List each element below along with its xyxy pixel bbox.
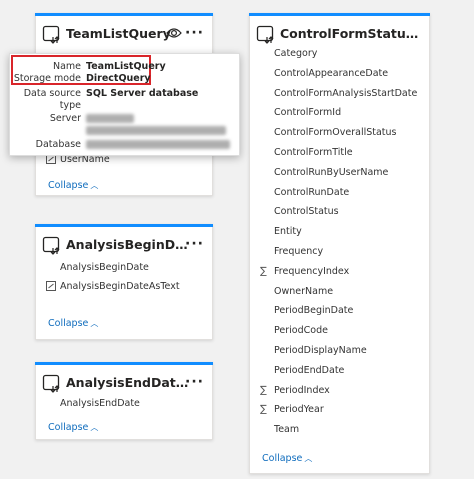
field-item[interactable]: ControlFormId [274, 106, 341, 120]
field-item[interactable]: ∑ PeriodIndex [260, 384, 330, 398]
field-item[interactable]: PeriodBeginDate [274, 304, 353, 318]
field-label: PeriodDisplayName [274, 345, 367, 356]
field-item[interactable]: PeriodDisplayName [274, 344, 367, 358]
field-label: AnalysisBeginDate [60, 262, 149, 273]
control-form-status-card[interactable]: ControlFormStatusQuery Category ControlAp… [249, 13, 430, 474]
field-label: PeriodYear [274, 404, 324, 416]
card-title: TeamListQuery [66, 26, 171, 41]
collapse-button[interactable]: Collapse ︿ [48, 179, 98, 193]
field-label: ControlRunByUserName [274, 166, 389, 178]
tooltip-storage-key: Storage mode [13, 73, 81, 84]
tooltip-source-value: SQL Server database [86, 88, 199, 99]
card-header[interactable]: AnalysisEndDateListQu... ··· [36, 371, 212, 397]
field-label: AnalysisBeginDateAsText [60, 281, 180, 292]
field-label: Entity [274, 226, 302, 238]
field-item[interactable]: ∑ PeriodYear [260, 403, 324, 417]
table-query-icon [42, 25, 60, 44]
collapse-button[interactable]: Collapse ︿ [48, 421, 98, 435]
field-label: PeriodBeginDate [274, 305, 354, 317]
collapse-label: Collapse [262, 453, 303, 464]
table-query-icon [42, 236, 60, 255]
field-item[interactable]: Team [274, 423, 299, 437]
field-item[interactable]: ControlRunDate [274, 186, 349, 200]
field-label: PeriodEndDate [274, 364, 345, 376]
chevron-up-icon: ︿ [90, 319, 99, 328]
field-item[interactable]: ControlStatus [274, 205, 339, 219]
field-label: AnalysisEndDate [60, 398, 140, 409]
field-label: ControlAppearanceDate [274, 67, 389, 79]
collapse-label: Collapse [48, 318, 89, 329]
sigma-icon: ∑ [260, 265, 267, 277]
field-label: ControlFormOverallStatus [274, 127, 397, 139]
more-options-icon[interactable]: ··· [185, 374, 204, 390]
table-tooltip: Name TeamListQuery Storage mode DirectQu… [9, 53, 240, 156]
card-title: AnalysisEndDateListQu... [66, 375, 194, 390]
field-label: ControlStatus [274, 206, 339, 218]
field-item[interactable]: AnalysisEndDate [60, 397, 140, 411]
sigma-icon: ∑ [260, 384, 267, 396]
calculated-column-icon [46, 281, 56, 291]
more-options-icon[interactable]: ··· [185, 25, 204, 41]
field-item[interactable]: ControlRunByUserName [274, 166, 388, 180]
tooltip-database-value-blurred [86, 140, 230, 153]
field-label: FrequencyIndex [274, 265, 350, 277]
field-item[interactable]: AnalysisBeginDate [60, 261, 149, 275]
field-item[interactable]: ∑ FrequencyIndex [260, 265, 350, 279]
field-item[interactable]: ControlAppearanceDate [274, 67, 388, 81]
field-label: Team [274, 424, 300, 436]
field-item[interactable]: Category [274, 47, 317, 61]
card-header[interactable]: TeamListQuery ··· [36, 22, 212, 48]
tooltip-source-key: Data source [23, 88, 81, 99]
field-item[interactable]: Frequency [274, 245, 323, 259]
eye-icon[interactable] [166, 26, 182, 40]
field-label: ControlFormId [274, 107, 342, 119]
field-label: OwnerName [274, 285, 334, 297]
tooltip-storage-value: DirectQuery [86, 73, 151, 84]
table-query-icon [256, 25, 274, 44]
field-item[interactable]: ControlFormOverallStatus [274, 126, 397, 140]
collapse-label: Collapse [48, 422, 89, 433]
field-item[interactable]: PeriodEndDate [274, 364, 344, 378]
tooltip-server-key: Server [49, 113, 81, 124]
chevron-up-icon: ︿ [90, 423, 99, 432]
chevron-up-icon: ︿ [304, 454, 313, 463]
field-label: ControlFormTitle [274, 147, 353, 158]
tooltip-name-key: Name [52, 61, 81, 72]
card-title: ControlFormStatusQuery [280, 26, 425, 41]
field-item[interactable]: AnalysisBeginDateAsText [46, 280, 180, 294]
collapse-label: Collapse [48, 180, 89, 191]
field-item[interactable]: OwnerName [274, 285, 333, 299]
analysis-begin-date-card[interactable]: AnalysisBeginDateListQ... ··· AnalysisBe… [35, 224, 213, 340]
tooltip-server-value-blurred-2 [86, 126, 226, 139]
field-label: ControlFormAnalysisStartDate [274, 87, 418, 99]
chevron-up-icon: ︿ [90, 181, 99, 190]
card-header[interactable]: ControlFormStatusQuery [250, 22, 429, 48]
field-label: PeriodCode [274, 325, 328, 337]
field-label: ControlRunDate [274, 186, 350, 198]
card-header[interactable]: AnalysisBeginDateListQ... ··· [36, 233, 212, 259]
field-item[interactable]: ControlFormAnalysisStartDate [274, 87, 417, 101]
tooltip-database-key: Database [35, 139, 81, 150]
table-query-icon [42, 374, 60, 393]
card-title: AnalysisBeginDateListQ... [66, 237, 194, 252]
more-options-icon[interactable]: ··· [185, 236, 204, 252]
field-label: Frequency [274, 246, 324, 257]
field-label: Category [274, 48, 318, 59]
tooltip-name-value: TeamListQuery [86, 61, 166, 72]
tooltip-source-key-2: type [59, 100, 81, 111]
field-item[interactable]: PeriodCode [274, 324, 328, 338]
sigma-icon: ∑ [260, 404, 267, 416]
field-item[interactable]: Entity [274, 225, 302, 239]
field-label: PeriodIndex [274, 384, 330, 396]
field-item[interactable]: ControlFormTitle [274, 146, 353, 160]
collapse-button[interactable]: Collapse ︿ [262, 452, 312, 466]
analysis-end-date-card[interactable]: AnalysisEndDateListQu... ··· AnalysisEnd… [35, 362, 213, 440]
collapse-button[interactable]: Collapse ︿ [48, 317, 98, 331]
